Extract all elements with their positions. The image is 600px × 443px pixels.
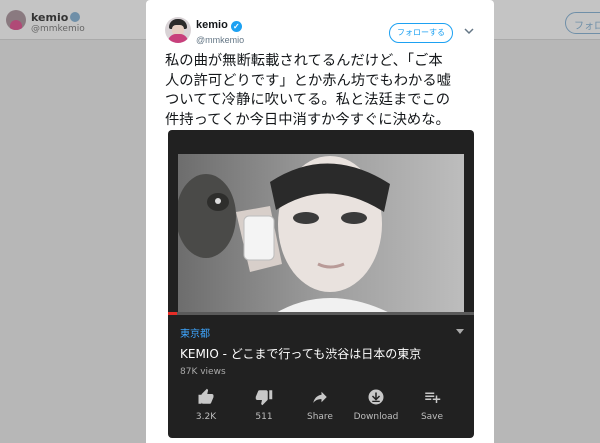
display-name[interactable]: kemio ✓ <box>196 19 242 32</box>
dislike-button[interactable]: 511 <box>234 388 294 422</box>
youtube-embed: 東京都 KEMIO - どこまで行っても渋谷は日本の東京 87K views 3… <box>168 130 474 438</box>
share-label: Share <box>307 412 333 422</box>
background-follow-button: フォロ <box>565 12 600 34</box>
download-icon <box>368 389 384 405</box>
background-handle: @mmkemio <box>31 24 85 34</box>
avatar[interactable] <box>165 17 191 43</box>
tweet-text-line: 件持ってくか今日中消すか今すぐに決めな。 <box>165 111 450 128</box>
background-verified-icon <box>70 12 81 22</box>
verified-badge-icon: ✓ <box>230 21 242 32</box>
tweet-text: 私の曲が無断転載されてるんだけど、「ご本 人の許可どりです」とか赤ん坊でもわかる… <box>165 52 483 130</box>
video-progress-fill <box>168 312 178 315</box>
save-label: Save <box>420 412 444 422</box>
expand-description-icon[interactable] <box>455 328 465 336</box>
tweet-text-line: ついてて冷静に吹いてる。私と法廷までこの <box>165 92 451 108</box>
thumbs-down-icon <box>255 390 273 406</box>
save-playlist-icon <box>425 392 441 403</box>
video-player[interactable] <box>178 154 464 314</box>
download-button[interactable]: Download <box>346 388 406 422</box>
tweet-text-line: 人の許可どりです」とか赤ん坊でもわかる嘘 <box>165 72 451 89</box>
video-progress-bar[interactable] <box>168 312 474 315</box>
share-icon <box>313 391 327 403</box>
video-actions: 3.2K 511 Share Download Save <box>168 388 474 428</box>
tweet-card: kemio ✓ @mmkemio フォローする 私の曲が無断転載されてるんだけど、… <box>146 0 494 443</box>
follow-button[interactable]: フォローする <box>389 23 453 43</box>
background-avatar <box>6 10 26 30</box>
dislike-count: 511 <box>255 412 273 422</box>
channel-name[interactable]: 東京都 <box>180 325 210 340</box>
share-button[interactable]: Share <box>290 388 350 422</box>
tweet-text-line: 私の曲が無断転載されてるんだけど、「ご本 <box>165 53 443 69</box>
view-count: 87K views <box>180 367 226 377</box>
download-label: Download <box>353 412 399 422</box>
background-display-name: kemio <box>31 11 81 24</box>
save-button[interactable]: Save <box>402 388 462 422</box>
chevron-down-icon[interactable] <box>464 26 474 36</box>
like-button[interactable]: 3.2K <box>176 388 236 422</box>
video-title[interactable]: KEMIO - どこまで行っても渋谷は日本の東京 <box>180 345 421 362</box>
user-handle[interactable]: @mmkemio <box>196 35 244 45</box>
thumbs-up-icon <box>198 388 214 404</box>
like-count: 3.2K <box>195 412 217 422</box>
